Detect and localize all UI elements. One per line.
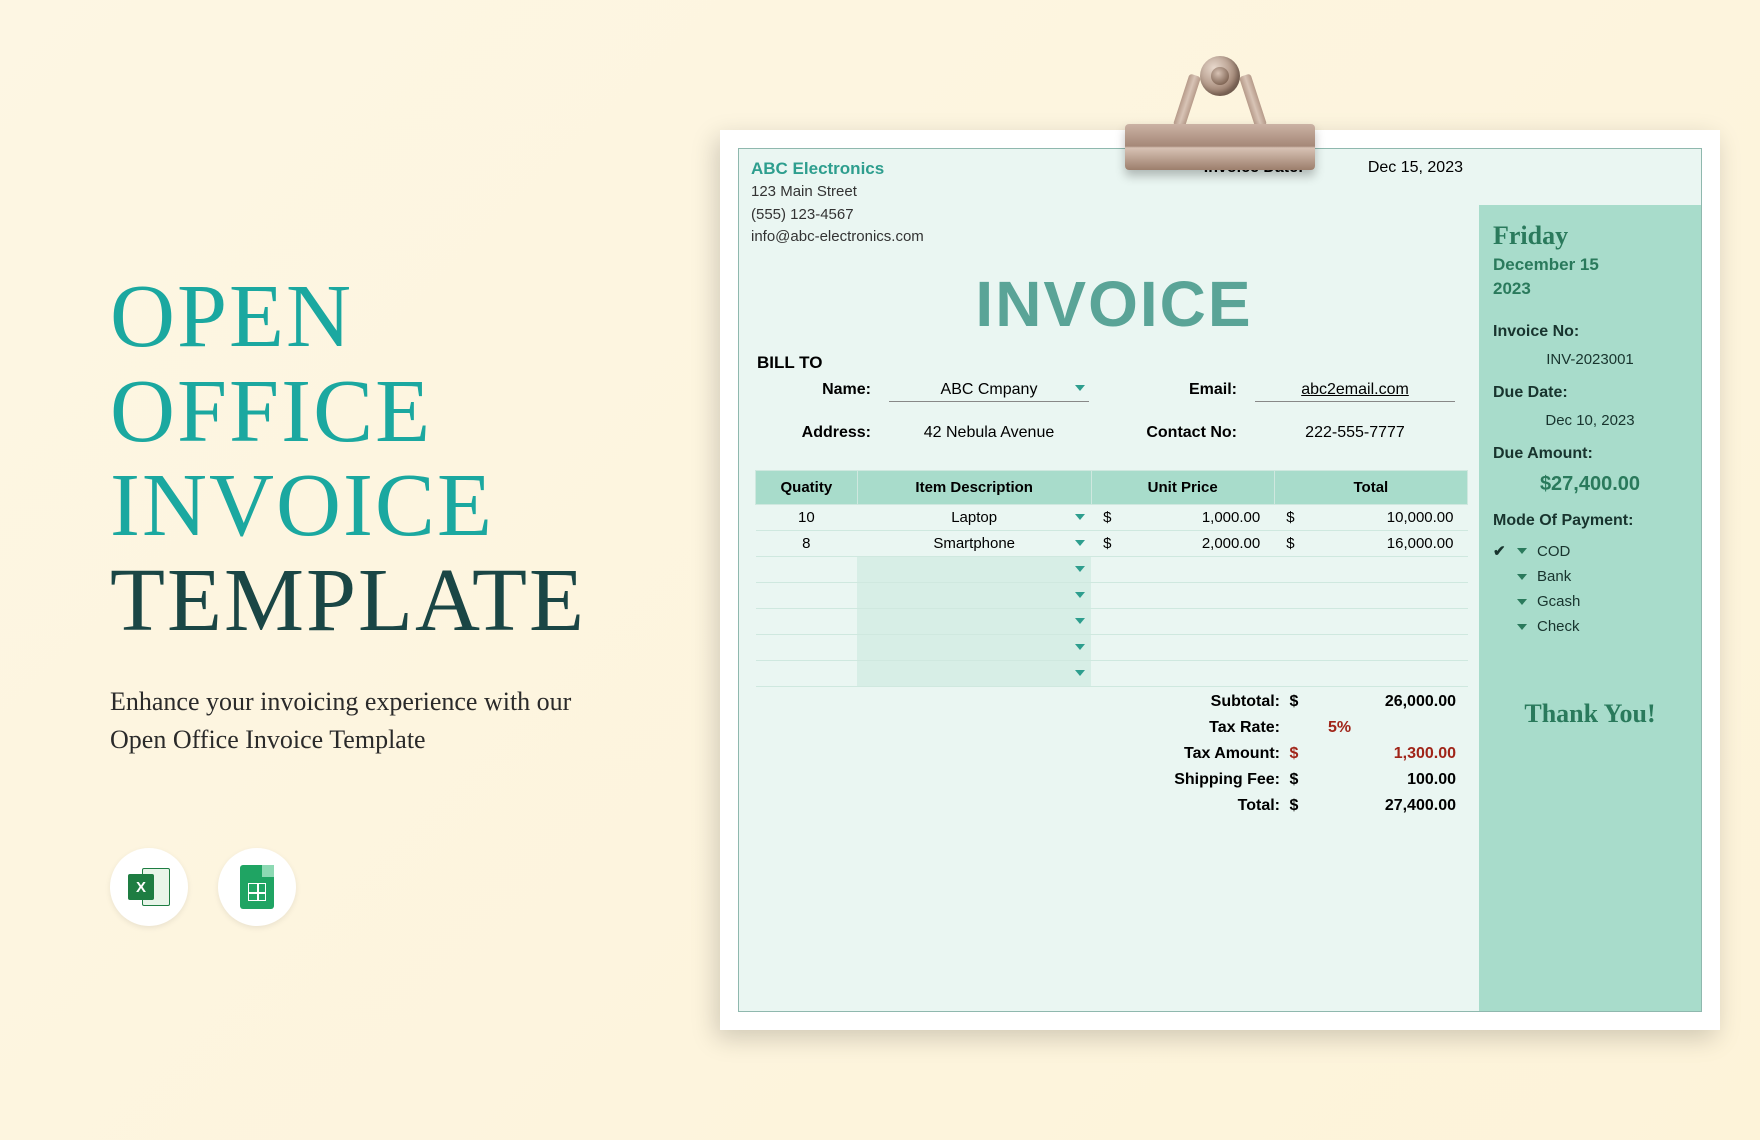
invoice-sheet: ABC Electronics 123 Main Street (555) 12…	[738, 148, 1702, 1012]
col-unit: Unit Price	[1091, 470, 1274, 504]
subtotal-label: Subtotal:	[1120, 693, 1280, 711]
items-table: Quatity Item Description Unit Price Tota…	[755, 470, 1468, 687]
payment-option[interactable]: Bank	[1493, 564, 1687, 589]
taxrate-value: 5%	[1308, 719, 1468, 737]
bill-name-label: Name:	[761, 381, 871, 402]
chevron-down-icon	[1517, 574, 1527, 580]
table-row[interactable]	[756, 582, 1468, 608]
side-year: 2023	[1493, 279, 1687, 299]
chevron-down-icon	[1075, 670, 1085, 676]
table-row[interactable]	[756, 660, 1468, 686]
company-email: info@abc-electronics.com	[751, 226, 924, 249]
invoice-no-label: Invoice No:	[1493, 323, 1687, 341]
excel-icon[interactable]: X	[110, 848, 188, 926]
total-label: Total:	[1120, 797, 1280, 815]
bill-name-select[interactable]: ABC Cmpany	[889, 381, 1089, 402]
chevron-down-icon	[1075, 514, 1085, 520]
chevron-down-icon	[1075, 644, 1085, 650]
col-qty: Quatity	[756, 470, 858, 504]
company-street: 123 Main Street	[751, 181, 924, 204]
table-row[interactable]	[756, 608, 1468, 634]
totals-block: Subtotal:$26,000.00 Tax Rate:5% Tax Amou…	[755, 689, 1468, 819]
invoice-date-value: Dec 15, 2023	[1368, 159, 1463, 176]
bill-to-heading: BILL TO	[757, 353, 1477, 373]
invoice-card: ABC Electronics 123 Main Street (555) 12…	[720, 130, 1720, 1030]
chevron-down-icon	[1517, 599, 1527, 605]
thank-you-message: Thank You!	[1493, 699, 1687, 729]
title-word-1: OPEN	[110, 267, 353, 366]
side-day: Friday	[1493, 221, 1687, 251]
col-total: Total	[1274, 470, 1467, 504]
payment-option[interactable]: Gcash	[1493, 589, 1687, 614]
invoice-title: INVOICE	[751, 267, 1477, 341]
promo-panel: OPEN OFFICE INVOICE TEMPLATE Enhance you…	[110, 270, 630, 926]
invoice-no-value: INV-2023001	[1493, 351, 1687, 368]
payment-option[interactable]: ✔COD	[1493, 538, 1687, 564]
col-desc: Item Description	[857, 470, 1091, 504]
chevron-down-icon	[1075, 540, 1085, 546]
due-date-label: Due Date:	[1493, 384, 1687, 402]
title-word-4: TEMPLATE	[110, 551, 586, 650]
company-name: ABC Electronics	[751, 159, 924, 179]
shipping-value: 100.00	[1308, 771, 1468, 789]
checkmark-icon: ✔	[1493, 542, 1507, 560]
table-row[interactable]	[756, 556, 1468, 582]
mode-of-payment-label: Mode Of Payment:	[1493, 512, 1687, 530]
promo-subtitle: Enhance your invoicing experience with o…	[110, 683, 630, 758]
taxrate-label: Tax Rate:	[1120, 719, 1280, 737]
bill-email-label: Email:	[1107, 381, 1237, 402]
title-word-2: OFFICE	[110, 362, 432, 461]
binder-clip-icon	[1125, 38, 1315, 178]
table-row[interactable]	[756, 634, 1468, 660]
taxamount-label: Tax Amount:	[1120, 745, 1280, 763]
chevron-down-icon	[1075, 385, 1085, 391]
table-row[interactable]: 10 Laptop $1,000.00 $10,000.00	[756, 504, 1468, 530]
bill-email-value[interactable]: abc2email.com	[1255, 381, 1455, 402]
subtotal-value: 26,000.00	[1308, 693, 1468, 711]
invoice-sidebar: Friday December 15 2023 Invoice No: INV-…	[1479, 205, 1701, 1011]
due-amount-value: $27,400.00	[1493, 473, 1687, 496]
bill-contact-label: Contact No:	[1107, 424, 1237, 444]
chevron-down-icon	[1517, 548, 1527, 554]
table-row[interactable]: 8 Smartphone $2,000.00 $16,000.00	[756, 530, 1468, 556]
chevron-down-icon	[1075, 592, 1085, 598]
payment-option[interactable]: Check	[1493, 614, 1687, 639]
due-date-value: Dec 10, 2023	[1493, 412, 1687, 429]
bill-address-value: 42 Nebula Avenue	[889, 424, 1089, 444]
shipping-label: Shipping Fee:	[1120, 771, 1280, 789]
payment-options: ✔COD Bank Gcash Check	[1493, 538, 1687, 639]
taxamount-value: 1,300.00	[1308, 745, 1468, 763]
total-value: 27,400.00	[1308, 797, 1468, 815]
google-sheets-icon[interactable]	[218, 848, 296, 926]
chevron-down-icon	[1075, 566, 1085, 572]
chevron-down-icon	[1517, 624, 1527, 630]
company-phone: (555) 123-4567	[751, 204, 924, 227]
due-amount-label: Due Amount:	[1493, 445, 1687, 463]
bill-address-label: Address:	[761, 424, 871, 444]
title-word-3: INVOICE	[110, 456, 494, 555]
format-icons: X	[110, 848, 630, 926]
side-date: December 15	[1493, 255, 1687, 275]
chevron-down-icon	[1075, 618, 1085, 624]
bill-contact-value: 222-555-7777	[1255, 424, 1455, 444]
promo-title: OPEN OFFICE INVOICE TEMPLATE	[110, 270, 630, 648]
company-block: ABC Electronics 123 Main Street (555) 12…	[751, 159, 924, 249]
